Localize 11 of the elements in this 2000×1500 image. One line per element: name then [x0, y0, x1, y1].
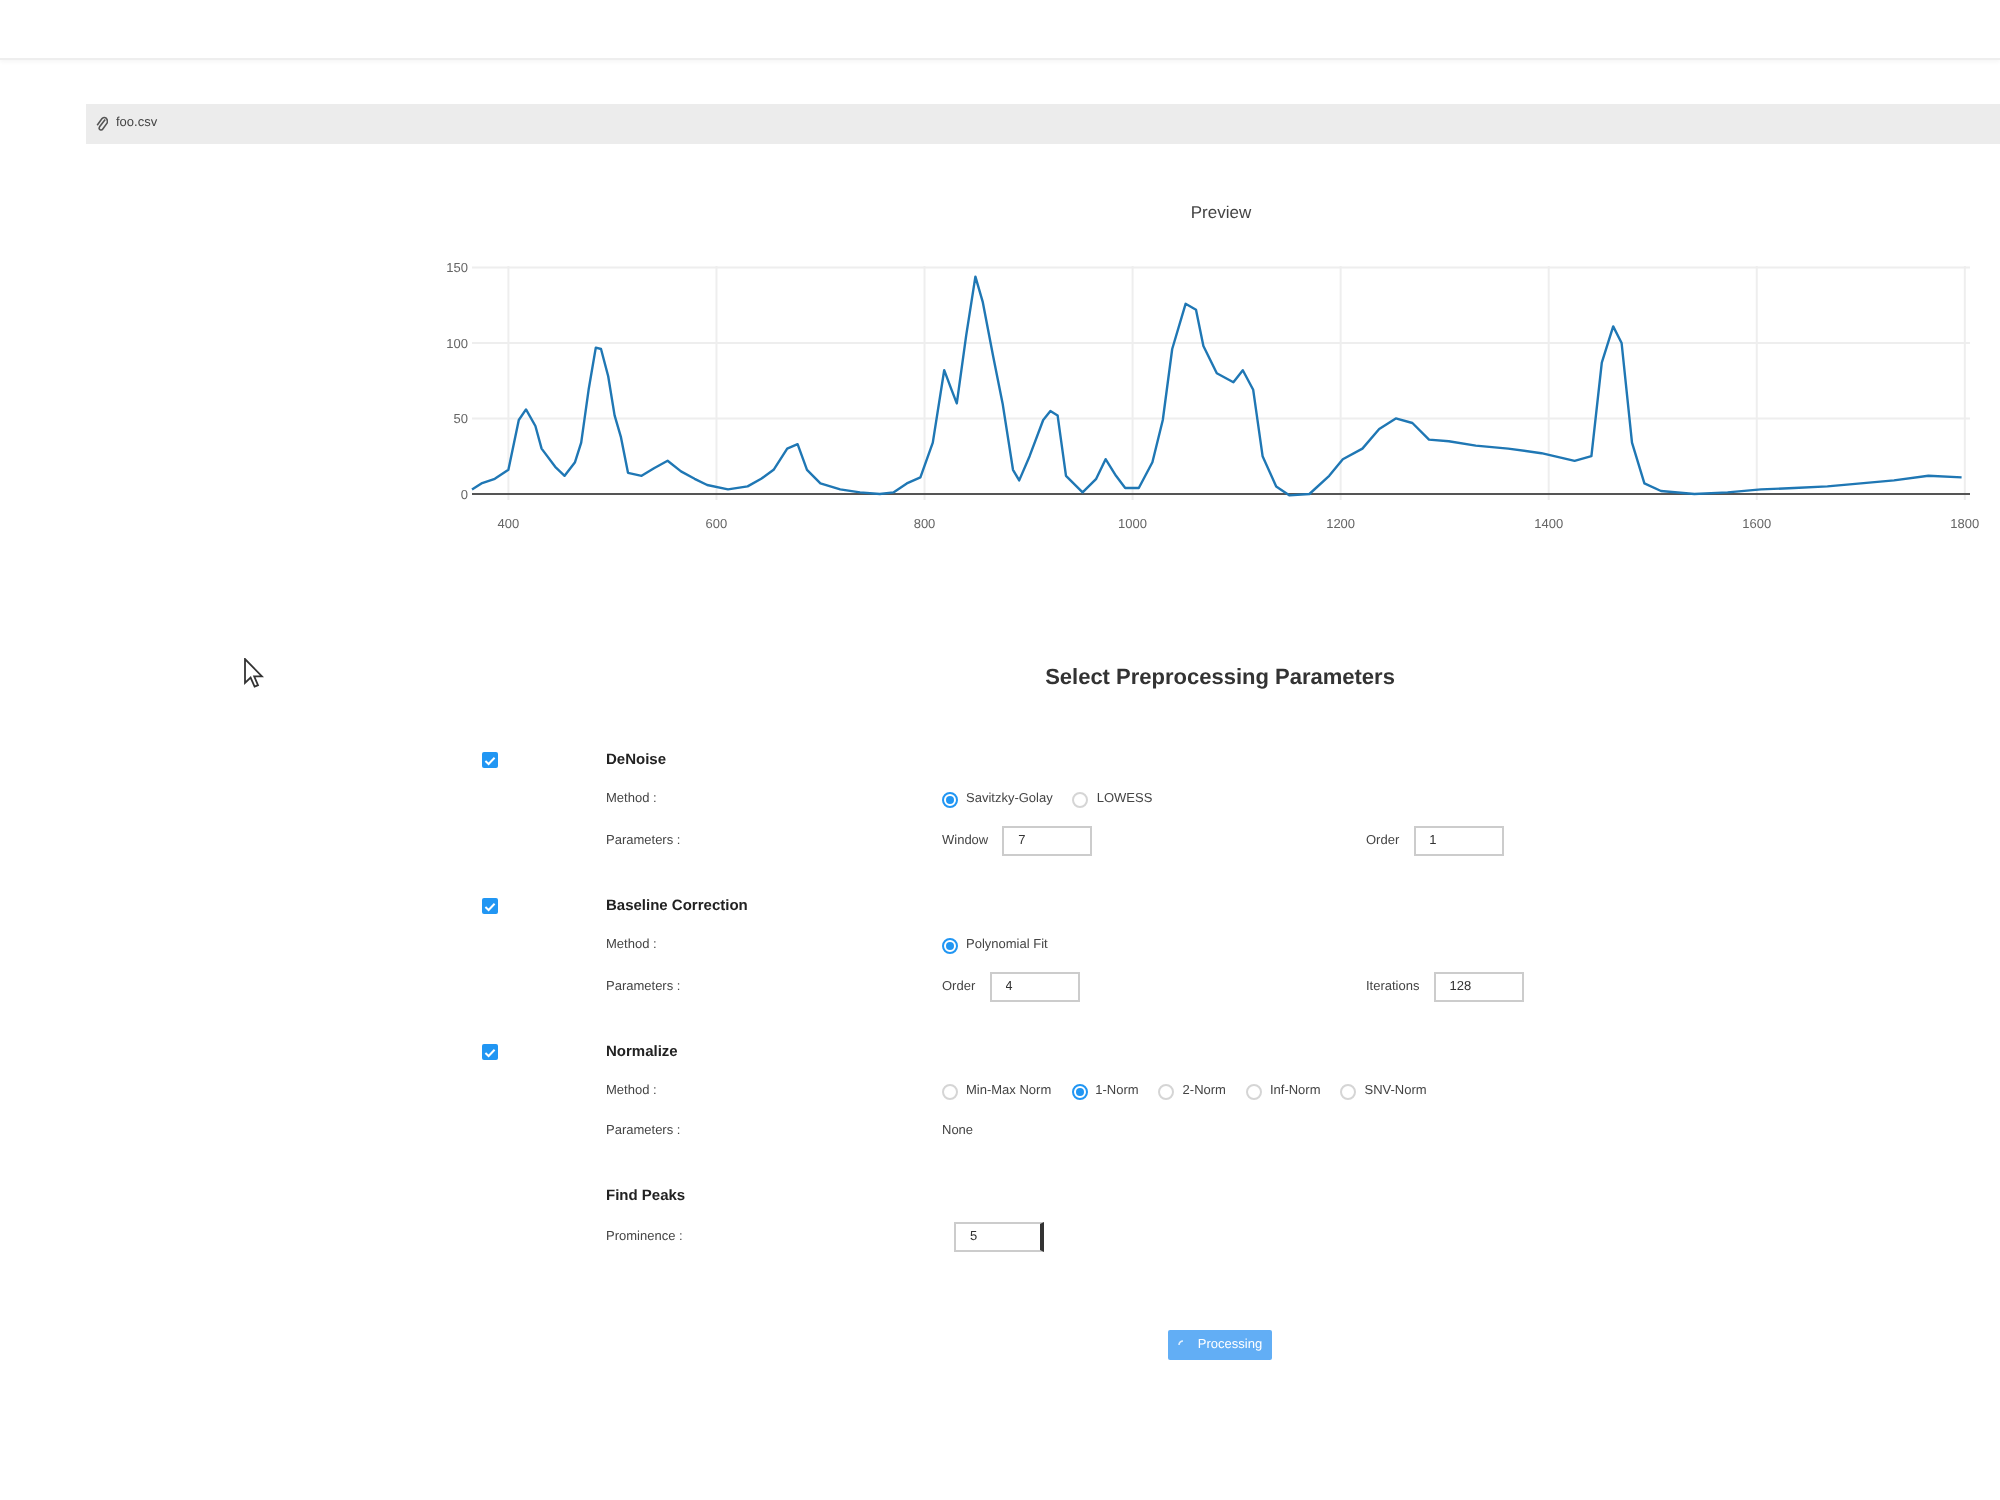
radio-button[interactable] [942, 792, 958, 808]
mouse-pointer-icon [244, 658, 264, 688]
checkbox[interactable] [482, 1044, 498, 1060]
checkbox[interactable] [482, 752, 498, 768]
radio-button[interactable] [1071, 1084, 1088, 1100]
spinner-icon [1177, 1340, 1188, 1350]
chart-title: Preview [1190, 202, 1252, 222]
checkbox[interactable] [482, 898, 498, 914]
radio-button[interactable] [942, 938, 958, 954]
paperclip-icon [96, 116, 108, 132]
form-heading: Select Preprocessing Parameters [1045, 664, 1395, 694]
